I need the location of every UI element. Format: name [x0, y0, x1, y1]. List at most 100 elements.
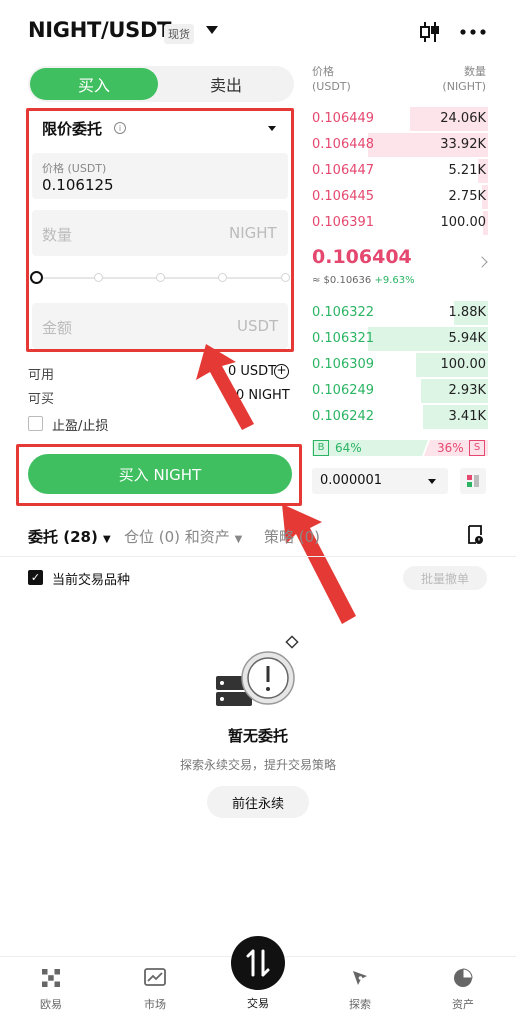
empty-subtitle: 探索永续交易，提升交易策略 [179, 758, 336, 772]
ask-row[interactable]: 0.106391 100.00 [302, 211, 488, 237]
amount-unit: USDT [237, 317, 279, 335]
price-change: +9.63% [374, 275, 415, 286]
nav-label: 探索 [349, 998, 371, 1011]
pie-icon [454, 968, 473, 987]
bid-row[interactable]: 0.106242 3.41K [302, 405, 488, 431]
bid-row[interactable]: 0.106309 100.00 [302, 353, 488, 379]
slider-stop-25[interactable] [94, 273, 103, 282]
price-label: 价格 (USDT) [42, 162, 107, 175]
ask-price[interactable]: 0.106445 [312, 189, 374, 204]
deposit-plus-icon[interactable]: + [274, 364, 289, 379]
buy-tag: B [313, 440, 329, 456]
quantity-placeholder: 数量 [42, 226, 73, 244]
sell-percent: 36% [437, 441, 464, 455]
bid-price[interactable]: 0.106322 [312, 305, 374, 320]
order-type-select[interactable]: 限价委托 [42, 118, 102, 139]
ask-price[interactable]: 0.106449 [312, 111, 374, 126]
last-price-usd: ≈ $0.10636 +9.63% [312, 275, 415, 286]
ask-price[interactable]: 0.106391 [312, 215, 374, 230]
nav-assets[interactable]: 资产 [433, 968, 493, 1012]
nav-label: 资产 [452, 998, 474, 1011]
compass-icon [353, 971, 367, 985]
buy-night-button[interactable]: 买入 NIGHT [28, 454, 292, 494]
chevron-right-icon[interactable] [476, 256, 488, 268]
ob-qty-header: 数量 (NIGHT) [442, 65, 486, 93]
bid-price[interactable]: 0.106249 [312, 383, 374, 398]
trading-pair-title[interactable]: NIGHT/USDT [28, 18, 171, 42]
bid-row[interactable]: 0.106249 2.93K [302, 379, 488, 405]
slider-stop-75[interactable] [218, 273, 227, 282]
spot-badge: 现货 [164, 24, 194, 44]
amount-placeholder: 金额 [42, 319, 73, 337]
ask-qty: 33.92K [440, 137, 486, 152]
ask-qty: 24.06K [440, 111, 486, 126]
nav-label: 欧易 [40, 998, 62, 1011]
slider-handle[interactable] [30, 271, 43, 284]
empty-orders-icon [216, 635, 299, 706]
bid-row[interactable]: 0.106322 1.88K [302, 301, 488, 327]
current-symbol-label[interactable]: 当前交易品种 [52, 569, 130, 588]
available-label: 可用 [28, 368, 55, 383]
last-price: 0.106404 [312, 246, 412, 268]
info-icon[interactable]: i [114, 122, 126, 134]
orderbook-layout-button[interactable] [460, 468, 486, 494]
tab-orders[interactable]: 委托 (28) ▼ [28, 526, 111, 547]
can-buy-label: 可买 [28, 392, 55, 407]
precision-value[interactable]: 0.000001 [320, 473, 382, 488]
order-type-caret-icon[interactable] [268, 126, 276, 131]
tab-strategy[interactable]: 策略 (0) [264, 526, 320, 547]
tab-positions[interactable]: 仓位 (0) 和资产 ▼ [124, 526, 242, 547]
ob-price-header: 价格 (USDT) [312, 65, 351, 93]
ask-qty: 5.21K [448, 163, 486, 178]
nav-explore[interactable]: 探索 [330, 968, 390, 1012]
empty-title: 暂无委托 [227, 727, 288, 745]
slider-stop-50[interactable] [156, 273, 165, 282]
bid-qty: 3.41K [448, 409, 486, 424]
order-history-icon[interactable] [466, 525, 484, 545]
bid-qty: 1.88K [448, 305, 486, 320]
tpsl-label[interactable]: 止盈/止损 [52, 415, 108, 434]
ask-qty: 100.00 [440, 215, 487, 230]
sell-tag: S [469, 440, 485, 456]
ask-row[interactable]: 0.106449 24.06K [302, 107, 488, 133]
ask-qty: 2.75K [448, 189, 486, 204]
bid-qty: 2.93K [448, 383, 486, 398]
bid-qty: 100.00 [440, 357, 487, 372]
current-symbol-checkbox[interactable]: ✓ [28, 570, 43, 585]
ask-price[interactable]: 0.106448 [312, 137, 374, 152]
candlestick-icon[interactable] [418, 20, 442, 44]
chart-icon [144, 968, 166, 986]
nav-label: 交易 [247, 997, 269, 1010]
ask-row[interactable]: 0.106448 33.92K [302, 133, 488, 159]
nav-market[interactable]: 市场 [125, 968, 185, 1012]
slider-stop-100[interactable] [281, 273, 290, 282]
bid-price[interactable]: 0.106309 [312, 357, 374, 372]
okx-logo-icon [42, 969, 60, 987]
bid-price[interactable]: 0.106321 [312, 331, 374, 346]
bid-row[interactable]: 0.106321 5.94K [302, 327, 488, 353]
more-icon[interactable] [459, 22, 487, 42]
sell-tab[interactable]: 卖出 [160, 68, 292, 100]
ask-row[interactable]: 0.106445 2.75K [302, 185, 488, 211]
layout-icon [467, 475, 479, 487]
quantity-unit: NIGHT [229, 224, 277, 242]
pair-dropdown-icon[interactable] [206, 26, 218, 34]
cancel-all-button[interactable]: 批量撤单 [403, 566, 487, 590]
nav-trade[interactable] [231, 936, 285, 990]
bid-price[interactable]: 0.106242 [312, 409, 374, 424]
nav-label: 市场 [144, 998, 166, 1011]
buy-percent: 64% [335, 441, 362, 455]
go-perpetual-button[interactable]: 前往永续 [207, 786, 309, 818]
buy-tab[interactable]: 买入 [30, 68, 158, 100]
nav-home[interactable]: 欧易 [21, 968, 81, 1012]
red-arrow-icon [282, 504, 356, 624]
tab-divider [0, 556, 516, 557]
ask-price[interactable]: 0.106447 [312, 163, 374, 178]
precision-caret-icon[interactable] [428, 479, 436, 484]
red-arrow-icon [196, 344, 254, 430]
bid-qty: 5.94K [448, 331, 486, 346]
tpsl-checkbox[interactable] [28, 416, 43, 431]
trade-swap-icon [246, 949, 270, 977]
price-input[interactable]: 0.106125 [42, 176, 114, 194]
ask-row[interactable]: 0.106447 5.21K [302, 159, 488, 185]
